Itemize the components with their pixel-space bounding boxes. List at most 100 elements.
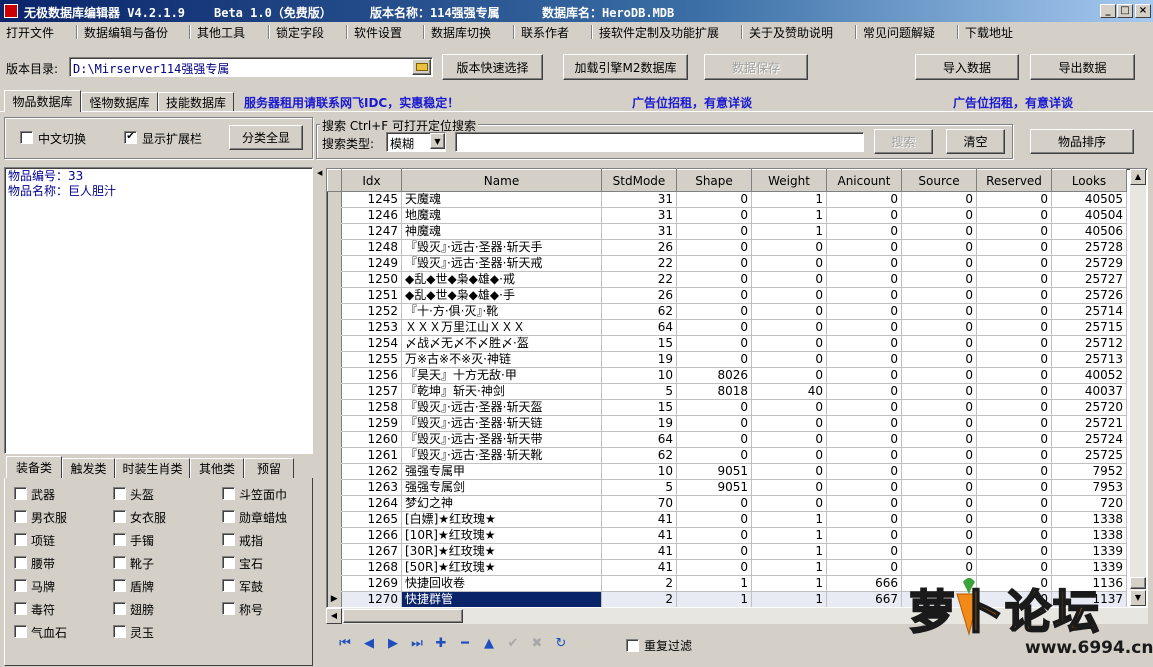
cell-weight[interactable]: 0 bbox=[751, 239, 827, 256]
cell-name[interactable]: 强强专属甲 bbox=[401, 463, 602, 480]
cell-source[interactable]: 0 bbox=[901, 351, 977, 368]
cell-stdmode[interactable]: 26 bbox=[601, 239, 677, 256]
show-all-categories-button[interactable]: 分类全显 bbox=[229, 125, 303, 150]
cell-name[interactable]: 『毁灭』·远古·圣器·斩天戒 bbox=[401, 255, 602, 272]
cell-stdmode[interactable]: 22 bbox=[601, 271, 677, 288]
cell-stdmode[interactable]: 19 bbox=[601, 415, 677, 432]
cell-weight[interactable]: 0 bbox=[751, 287, 827, 304]
cell-anicount[interactable]: 0 bbox=[826, 287, 902, 304]
cell-reserved[interactable]: 0 bbox=[976, 271, 1052, 288]
cell-name[interactable]: 梦幻之神 bbox=[401, 495, 602, 512]
cell-weight[interactable]: 0 bbox=[751, 463, 827, 480]
cell-idx[interactable]: 1263 bbox=[341, 479, 402, 496]
cell-weight[interactable]: 0 bbox=[751, 255, 827, 272]
cell-anicount[interactable]: 667 bbox=[826, 591, 902, 607]
table-row[interactable]: 1257 『乾坤』斩天·神剑 5 8018 40 0 0 0 40037 bbox=[327, 383, 1127, 400]
cell-idx[interactable]: 1261 bbox=[341, 447, 402, 464]
cell-shape[interactable]: 1 bbox=[676, 591, 752, 607]
cell-looks[interactable]: 40505 bbox=[1051, 191, 1127, 208]
category-checkbox[interactable] bbox=[222, 556, 235, 569]
export-data-button[interactable]: 导出数据 bbox=[1030, 54, 1135, 80]
menu-item-1[interactable]: 数据编辑与备份 bbox=[84, 24, 168, 41]
cell-shape[interactable]: 0 bbox=[676, 319, 752, 336]
cell-idx[interactable]: 1264 bbox=[341, 495, 402, 512]
show-ext-checkbox[interactable]: ✔ bbox=[124, 131, 137, 144]
category-checkbox[interactable] bbox=[113, 625, 126, 638]
table-row[interactable]: 1256 『昊天』十方无敌·甲 10 8026 0 0 0 0 40052 bbox=[327, 367, 1127, 384]
chinese-toggle-checkbox[interactable] bbox=[20, 131, 33, 144]
cell-shape[interactable]: 0 bbox=[676, 431, 752, 448]
cell-shape[interactable]: 0 bbox=[676, 303, 752, 320]
cell-idx[interactable]: 1270 bbox=[341, 591, 402, 607]
cell-weight[interactable]: 40 bbox=[751, 383, 827, 400]
cell-reserved[interactable]: 0 bbox=[976, 495, 1052, 512]
cell-source[interactable]: 0 bbox=[901, 239, 977, 256]
cell-weight[interactable]: 0 bbox=[751, 271, 827, 288]
cell-looks[interactable]: 40037 bbox=[1051, 383, 1127, 400]
cell-source[interactable]: 0 bbox=[901, 495, 977, 512]
cell-anicount[interactable]: 0 bbox=[826, 543, 902, 560]
cell-weight[interactable]: 0 bbox=[751, 351, 827, 368]
cell-weight[interactable]: 1 bbox=[751, 511, 827, 528]
scroll-up-icon[interactable]: ▲ bbox=[1130, 169, 1146, 185]
cell-stdmode[interactable]: 62 bbox=[601, 447, 677, 464]
cell-name[interactable]: ＸＸＸ万里江山ＸＸＸ bbox=[401, 319, 602, 336]
cell-name[interactable]: [30R]★红玫瑰★ bbox=[401, 543, 602, 560]
cell-anicount[interactable]: 0 bbox=[826, 431, 902, 448]
dir-input[interactable]: D:\Mirserver114强强专属 bbox=[69, 57, 433, 77]
scroll-left-icon[interactable]: ◀ bbox=[326, 608, 342, 624]
cell-anicount[interactable]: 0 bbox=[826, 207, 902, 224]
menu-item-7[interactable]: 接软件定制及功能扩展 bbox=[599, 24, 719, 41]
cell-source[interactable]: 0 bbox=[901, 543, 977, 560]
cell-source[interactable]: 0 bbox=[901, 479, 977, 496]
cell-weight[interactable]: 0 bbox=[751, 447, 827, 464]
cell-idx[interactable]: 1254 bbox=[341, 335, 402, 352]
menu-item-2[interactable]: 其他工具 bbox=[197, 24, 245, 41]
category-checkbox[interactable] bbox=[113, 510, 126, 523]
cell-name[interactable]: [白嫖]★红玫瑰★ bbox=[401, 511, 602, 528]
cell-reserved[interactable]: 0 bbox=[976, 335, 1052, 352]
cell-shape[interactable]: 9051 bbox=[676, 463, 752, 480]
category-checkbox[interactable] bbox=[113, 556, 126, 569]
cell-stdmode[interactable]: 64 bbox=[601, 319, 677, 336]
cell-idx[interactable]: 1252 bbox=[341, 303, 402, 320]
splitter[interactable]: ◀ bbox=[316, 167, 324, 608]
cell-source[interactable]: 0 bbox=[901, 431, 977, 448]
table-row[interactable]: 1265 [白嫖]★红玫瑰★ 41 0 1 0 0 0 1338 bbox=[327, 511, 1127, 528]
cell-shape[interactable]: 8026 bbox=[676, 367, 752, 384]
cell-weight[interactable]: 0 bbox=[751, 319, 827, 336]
cell-idx[interactable]: 1256 bbox=[341, 367, 402, 384]
table-row[interactable]: 1255 万※古※不※灭·神链 19 0 0 0 0 0 25713 bbox=[327, 351, 1127, 368]
search-button[interactable]: 搜索 bbox=[874, 129, 933, 154]
cell-source[interactable]: 0 bbox=[901, 303, 977, 320]
nav-insert-icon[interactable]: ✚ bbox=[432, 636, 450, 652]
cell-reserved[interactable]: 0 bbox=[976, 463, 1052, 480]
cell-weight[interactable]: 0 bbox=[751, 303, 827, 320]
cell-reserved[interactable]: 0 bbox=[976, 447, 1052, 464]
cell-looks[interactable]: 25724 bbox=[1051, 431, 1127, 448]
cell-source[interactable]: 0 bbox=[901, 463, 977, 480]
cell-name[interactable]: 『乾坤』斩天·神剑 bbox=[401, 383, 602, 400]
cell-source[interactable]: 0 bbox=[901, 527, 977, 544]
cell-weight[interactable]: 1 bbox=[751, 527, 827, 544]
nav-next-icon[interactable]: ▶ bbox=[384, 636, 402, 652]
search-type-select[interactable]: 模糊 ▼ bbox=[386, 132, 446, 152]
cell-weight[interactable]: 1 bbox=[751, 223, 827, 240]
cell-stdmode[interactable]: 15 bbox=[601, 399, 677, 416]
cell-shape[interactable]: 1 bbox=[676, 575, 752, 592]
cell-stdmode[interactable]: 70 bbox=[601, 495, 677, 512]
cell-shape[interactable]: 0 bbox=[676, 543, 752, 560]
cell-reserved[interactable]: 0 bbox=[976, 223, 1052, 240]
category-checkbox[interactable] bbox=[14, 556, 27, 569]
cell-name[interactable]: 快捷回收卷 bbox=[401, 575, 602, 592]
table-row[interactable]: 1251 ◆乱◆世◆枭◆雄◆·手 26 0 0 0 0 0 25726 bbox=[327, 287, 1127, 304]
column-header-idx[interactable]: Idx bbox=[341, 169, 402, 192]
cell-idx[interactable]: 1257 bbox=[341, 383, 402, 400]
category-checkbox[interactable] bbox=[113, 487, 126, 500]
cell-idx[interactable]: 1247 bbox=[341, 223, 402, 240]
cell-anicount[interactable]: 0 bbox=[826, 271, 902, 288]
cell-anicount[interactable]: 0 bbox=[826, 191, 902, 208]
cell-shape[interactable]: 0 bbox=[676, 271, 752, 288]
cell-looks[interactable]: 25720 bbox=[1051, 399, 1127, 416]
cell-weight[interactable]: 1 bbox=[751, 575, 827, 592]
